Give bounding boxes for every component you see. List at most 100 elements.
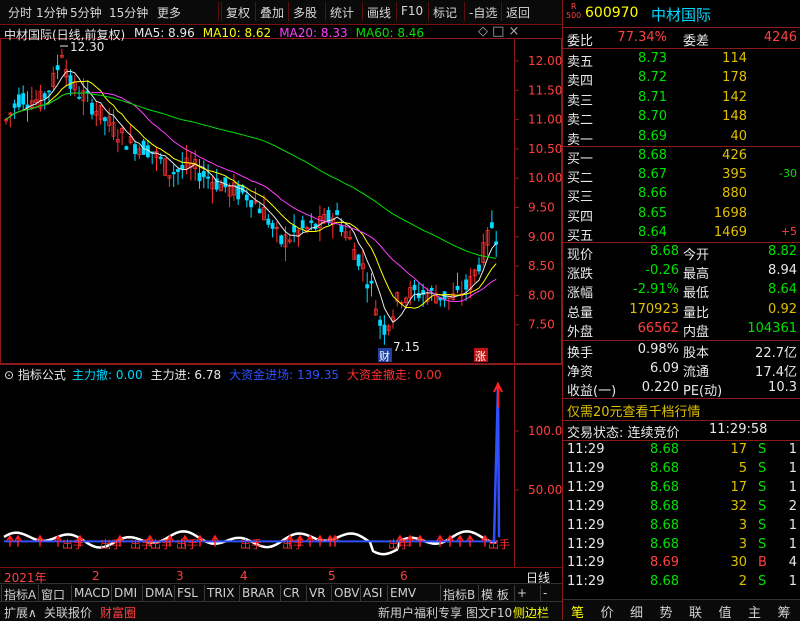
ma-legend: MA5: 8.96 MA10: 8.62 MA20: 8.33 MA60: 8.46: [134, 26, 432, 40]
indicator-title: ⊙ 指标公式: [4, 366, 66, 383]
buy-level-row[interactable]: 买一 8.68 426: [563, 148, 800, 167]
indicator-tab-16[interactable]: -: [543, 586, 547, 600]
stat-label: 涨跌: [567, 267, 594, 283]
bottom-left-tab-1[interactable]: 关联报价: [44, 604, 92, 621]
indicator-tab-7[interactable]: BRAR: [242, 586, 275, 600]
stock-code: 600970: [585, 5, 639, 21]
kline-chart-area[interactable]: 12.00 11.50 11.00 10.50 10.00 9.50 9.00 8.50 8.0…: [0, 24, 562, 568]
quote-tab-6[interactable]: 主: [748, 602, 761, 621]
tick-price: 8.68: [650, 442, 679, 457]
toolbar-item-11[interactable]: 标记: [433, 4, 457, 21]
tick-volume: 30: [730, 555, 747, 571]
buy-label: 买五: [567, 228, 594, 244]
stat-row: 涨跌 -0.26 最高 8.94: [563, 263, 800, 283]
candle-body: [309, 220, 314, 224]
indicator-tab-5[interactable]: FSL: [177, 586, 198, 600]
bottom-left-tab-2[interactable]: 财富圈: [100, 604, 136, 621]
bottom-right-tab-2[interactable]: 侧边栏: [513, 604, 549, 621]
candle-body: [249, 200, 254, 208]
indicator-tab-2[interactable]: MACD: [74, 586, 110, 600]
buy-level-row[interactable]: 买二 8.67 395 -30: [563, 167, 800, 186]
stat-label: 最低: [683, 286, 710, 302]
indicator-name[interactable]: 指标公式: [18, 368, 66, 382]
sell-level-row[interactable]: 卖一 8.69 40: [563, 129, 800, 148]
toolbar-item-7[interactable]: 多股: [293, 4, 317, 21]
candle-body: [55, 65, 60, 71]
cai-marker-text: 财: [379, 349, 390, 363]
sell-level-row[interactable]: 卖二 8.70 148: [563, 109, 800, 128]
price-tick-label: 11.50: [528, 83, 562, 97]
toolbar-item-3[interactable]: 15分钟: [109, 4, 148, 21]
tick-row: 11:29 8.68 5 S 1: [563, 461, 800, 479]
bottom-right-tab-0[interactable]: 新用户福利专享: [378, 604, 462, 621]
ma-label-2: MA20: 8.33: [279, 26, 348, 40]
chart-options-icon[interactable]: ◇ □ ×: [478, 24, 519, 39]
promo-banner[interactable]: 仅需20元查看千档行情: [563, 401, 800, 420]
indicator-tab-6[interactable]: TRIX: [207, 586, 234, 600]
quote-tab-0[interactable]: 笔: [571, 602, 584, 621]
candle-body: [477, 264, 481, 272]
stat-value: 66562: [637, 320, 679, 336]
fund-label: 股本: [683, 346, 710, 361]
toolbar-item-10[interactable]: F10: [401, 4, 423, 18]
quote-tab-2[interactable]: 细: [630, 602, 643, 621]
quote-tab-7[interactable]: 筹: [778, 602, 791, 621]
low-price-label: 7.15: [393, 340, 420, 354]
toolbar-item-5[interactable]: 复权: [226, 4, 250, 21]
toolbar-item-8[interactable]: 统计: [330, 4, 354, 21]
indicator-tab-4[interactable]: DMA: [145, 586, 173, 600]
indicator-tab-15[interactable]: +: [517, 586, 527, 600]
sell-price: 8.73: [638, 51, 667, 66]
bottom-left-tab-0[interactable]: 扩展∧: [4, 604, 37, 621]
badge-bottom: 500: [566, 11, 582, 20]
indicator-tab-8[interactable]: CR: [283, 586, 300, 600]
quote-tab-5[interactable]: 值: [719, 602, 732, 621]
quote-tab-3[interactable]: 势: [660, 602, 673, 621]
tick-volume: 17: [730, 479, 747, 495]
toolbar-item-1[interactable]: 1分钟: [36, 4, 68, 21]
indicator-tab-12[interactable]: EMV: [390, 586, 416, 600]
time-axis-label: 2: [92, 569, 100, 583]
divider: [563, 242, 800, 243]
toolbar-item-9[interactable]: 画线: [367, 4, 391, 21]
sell-level-row[interactable]: 卖三 8.71 142: [563, 90, 800, 109]
toolbar-item-13[interactable]: 返回: [506, 4, 530, 21]
sell-level-row[interactable]: 卖四 8.72 178: [563, 70, 800, 89]
weibi-row: 委比 77.34% 委差 4246: [563, 30, 800, 49]
buy-level-row[interactable]: 买五 8.64 1469 +5: [563, 225, 800, 244]
buy-price: 8.65: [638, 205, 667, 221]
fund-label: 换手: [567, 346, 594, 361]
indicator-legend-0: 主力撤: 0.00: [72, 368, 143, 382]
price-tick-label: 11.00: [528, 113, 562, 127]
fund-value: 17.4亿: [755, 365, 797, 381]
stock-header[interactable]: R 500 600970 中材国际: [563, 3, 800, 25]
buy-level-row[interactable]: 买四 8.65 1698: [563, 205, 800, 225]
ma60-line: [5, 92, 497, 259]
fund-value: 22.7亿: [755, 346, 797, 361]
toolbar-item-6[interactable]: 叠加: [260, 4, 284, 21]
tick-price: 8.68: [650, 574, 679, 590]
toolbar-item-12[interactable]: -自选: [469, 4, 497, 21]
buy-level-row[interactable]: 买三 8.66 880: [563, 186, 800, 205]
sell-level-row[interactable]: 卖五 8.73 114: [563, 51, 800, 70]
stat-label: 现价: [567, 248, 594, 263]
toolbar-item-4[interactable]: 更多: [157, 4, 181, 21]
price-tick-label: 12.00: [528, 54, 562, 68]
indicator-tab-11[interactable]: ASI: [363, 586, 382, 600]
toolbar-item-0[interactable]: 分时: [8, 4, 32, 21]
candle-body: [455, 285, 460, 291]
indicator-tab-10[interactable]: OBV: [334, 586, 360, 600]
candle-body: [12, 103, 17, 108]
quote-tab-1[interactable]: 价: [601, 602, 614, 621]
divider: [563, 27, 800, 28]
toolbar-item-2[interactable]: 5分钟: [70, 4, 102, 21]
quote-tab-4[interactable]: 联: [689, 602, 702, 621]
bottom-right-tab-1[interactable]: 图文F10: [466, 604, 512, 621]
candle-body: [339, 224, 344, 233]
candle-body: [77, 96, 81, 99]
indicator-tab-9[interactable]: VR: [309, 586, 326, 600]
chevron-down-icon[interactable]: ⊙: [4, 368, 14, 382]
indicator-tab-3[interactable]: DMI: [114, 586, 137, 600]
candle-body: [335, 210, 340, 216]
candle-body: [300, 220, 305, 229]
